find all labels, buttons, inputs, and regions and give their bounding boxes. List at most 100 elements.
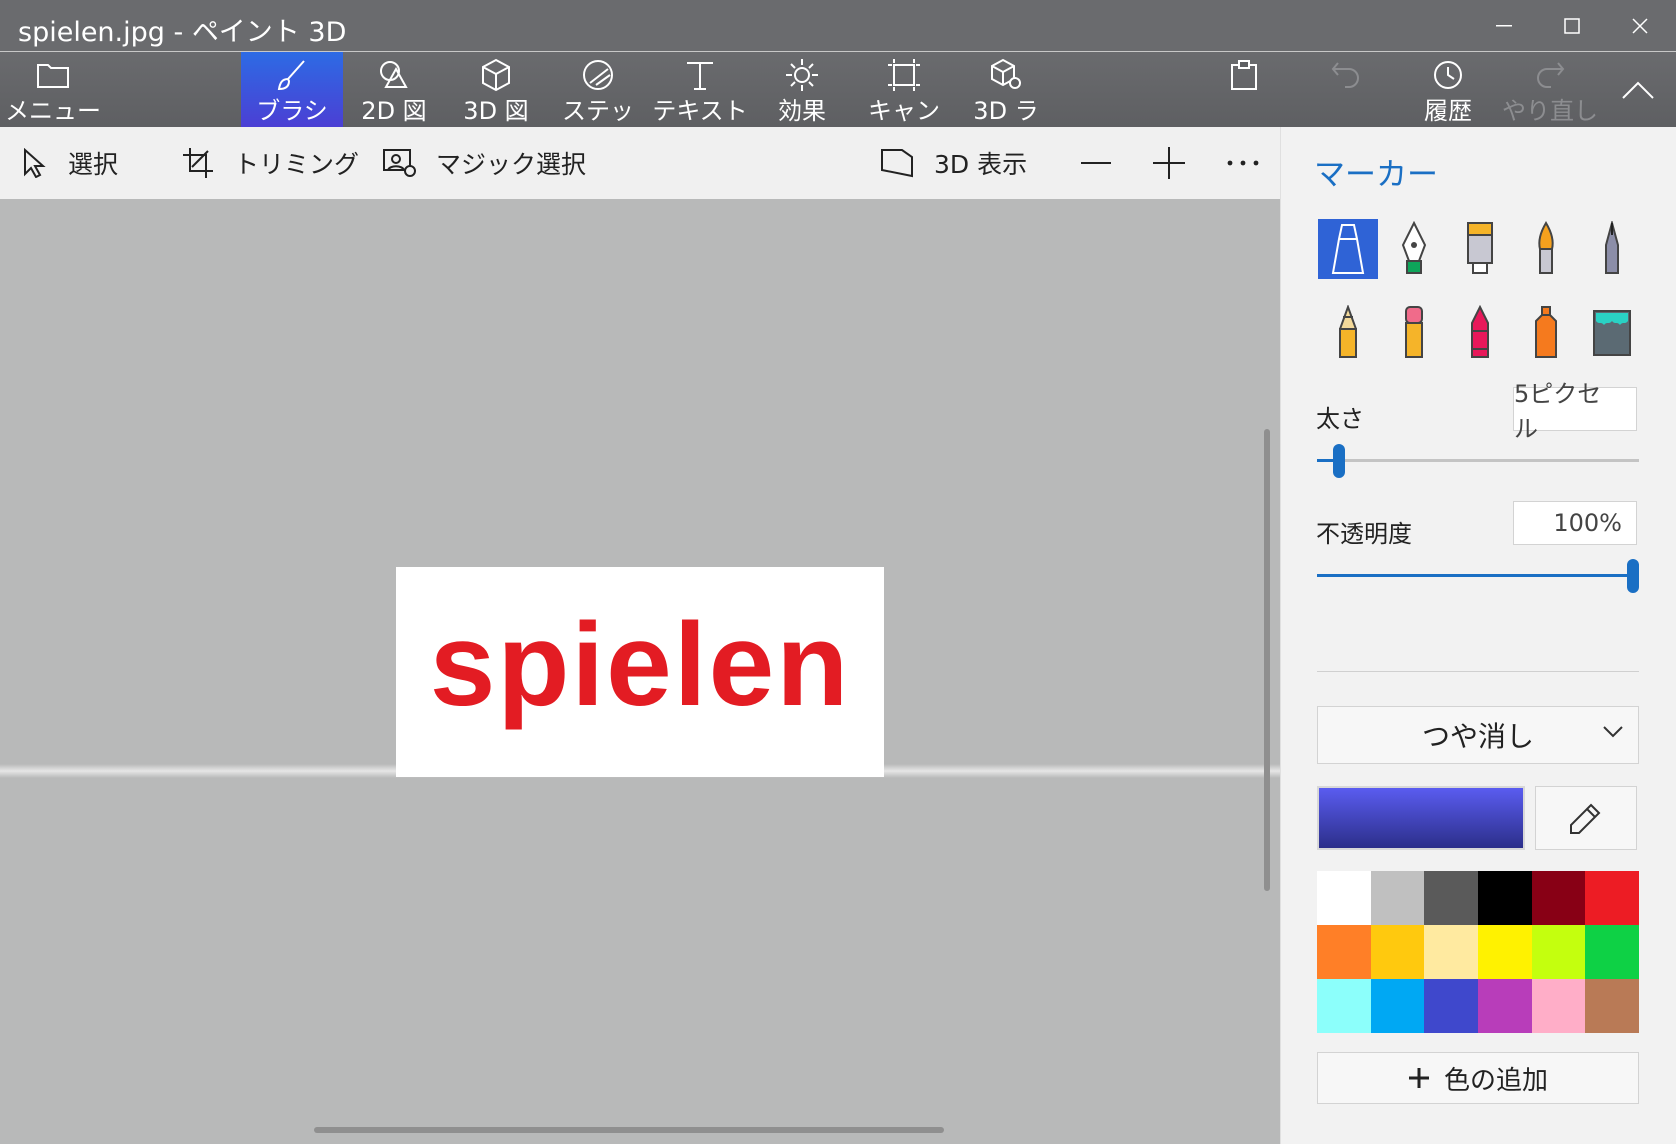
color-swatch[interactable] [1585, 871, 1639, 925]
magic-select-icon [383, 149, 416, 177]
minus-icon [1081, 162, 1111, 164]
color-swatch[interactable] [1585, 979, 1639, 1033]
current-color-swatch[interactable] [1317, 786, 1525, 850]
more-options-button[interactable] [1226, 127, 1280, 199]
crop-button[interactable]: トリミング [182, 127, 359, 199]
color-swatch[interactable] [1478, 925, 1532, 979]
minimize-icon [1496, 24, 1512, 26]
chevron-up-icon [1622, 81, 1654, 99]
tab-label: 3D 図 [463, 97, 529, 125]
pencil-icon [1339, 305, 1357, 358]
color-swatch[interactable] [1531, 979, 1586, 1033]
menu-button[interactable]: メニュー [5, 52, 101, 127]
sticker-icon [583, 60, 613, 90]
marker-icon [1331, 224, 1365, 274]
redo-label: やり直し [1502, 97, 1598, 125]
opacity-slider-thumb[interactable] [1627, 559, 1639, 593]
tab-3d-library[interactable]: 3D ラ [955, 52, 1057, 127]
ribbon: メニュー ブラシ 2D 図 3D 図 ステッ テキスト 効果 キャン 3D ラ … [0, 52, 1676, 127]
3d-view-button[interactable]: 3D 表示 [880, 127, 1027, 199]
color-swatch[interactable] [1370, 871, 1425, 925]
eraser-icon [1405, 306, 1423, 358]
tab-effects[interactable]: 効果 [751, 52, 853, 127]
tab-canvas[interactable]: キャン [853, 52, 955, 127]
tab-2d-shapes[interactable]: 2D 図 [343, 52, 445, 127]
canvas-text: spielen [429, 599, 851, 731]
tab-label: 3D ラ [973, 97, 1039, 125]
paste-button[interactable] [1196, 52, 1292, 127]
history-icon [1434, 61, 1462, 89]
2d-shapes-icon [380, 61, 408, 88]
undo-button[interactable] [1298, 52, 1394, 127]
add-color-button[interactable]: 色の追加 [1317, 1052, 1639, 1104]
magic-select-button[interactable]: マジック選択 [382, 127, 586, 199]
tab-label: 2D 図 [361, 97, 427, 125]
eraser-tool[interactable] [1384, 303, 1444, 363]
thickness-slider-fill [1317, 459, 1333, 462]
sun-icon [786, 59, 818, 91]
maximize-button[interactable] [1538, 0, 1606, 51]
color-swatch[interactable] [1370, 979, 1425, 1033]
opacity-label: 不透明度 [1316, 520, 1412, 548]
paint-bucket-icon [1593, 310, 1631, 356]
tab-label: テキスト [652, 97, 748, 125]
vertical-scrollbar[interactable] [1264, 429, 1270, 891]
color-swatch[interactable] [1424, 979, 1478, 1033]
spray-can-tool[interactable] [1516, 303, 1576, 363]
watercolor-tool[interactable] [1516, 219, 1576, 279]
tab-3d-shapes[interactable]: 3D 図 [445, 52, 547, 127]
brush-panel: マーカー 太さ 5ピクセル 不透明度 100% つや消し 色の追加 [1280, 127, 1676, 1144]
finish-value: つや消し [1421, 720, 1534, 753]
horizontal-scrollbar[interactable] [314, 1127, 944, 1133]
eyedropper-button[interactable] [1535, 786, 1637, 850]
menu-label: メニュー [5, 97, 101, 125]
canvas-image[interactable]: spielen [396, 567, 884, 777]
tab-label: 効果 [778, 97, 826, 125]
window-title: spielen.jpg - ペイント 3D [18, 17, 347, 48]
color-swatch[interactable] [1317, 979, 1371, 1033]
color-swatch[interactable] [1424, 925, 1478, 979]
3d-view-label: 3D 表示 [934, 150, 1028, 179]
spray-can-icon [1535, 306, 1557, 358]
canvas-area[interactable]: spielen [0, 199, 1280, 1144]
thickness-slider-track[interactable] [1317, 459, 1639, 462]
tab-text[interactable]: テキスト [649, 52, 751, 127]
color-swatch[interactable] [1478, 871, 1532, 925]
marker-tool[interactable] [1318, 219, 1378, 279]
panel-divider [1317, 671, 1639, 672]
redo-button[interactable]: やり直し [1502, 52, 1598, 127]
collapse-ribbon-button[interactable] [1608, 52, 1668, 127]
pixel-pen-tool[interactable] [1582, 219, 1642, 279]
tab-brushes[interactable]: ブラシ [241, 52, 343, 127]
zoom-in-button[interactable] [1152, 127, 1206, 199]
minimize-button[interactable] [1470, 0, 1538, 51]
color-swatch[interactable] [1585, 925, 1639, 979]
color-swatch[interactable] [1370, 925, 1425, 979]
calligraphy-pen-tool[interactable] [1384, 219, 1444, 279]
crayon-tool[interactable] [1450, 303, 1510, 363]
color-swatch[interactable] [1531, 925, 1586, 979]
fill-tool[interactable] [1582, 303, 1642, 363]
color-swatch[interactable] [1424, 871, 1478, 925]
color-swatch[interactable] [1531, 871, 1586, 925]
undo-icon [1331, 62, 1359, 88]
thickness-input[interactable]: 5ピクセル [1513, 380, 1637, 443]
color-swatch[interactable] [1478, 979, 1532, 1033]
thickness-slider-thumb[interactable] [1333, 444, 1345, 478]
add-color-label: 色の追加 [1443, 1065, 1548, 1096]
canvas-icon [888, 59, 920, 91]
pencil-tool[interactable] [1318, 303, 1378, 363]
opacity-input[interactable]: 100% [1513, 501, 1637, 545]
color-swatch[interactable] [1317, 871, 1371, 925]
tab-stickers[interactable]: ステッ [547, 52, 649, 127]
history-button[interactable]: 履歴 [1400, 52, 1496, 127]
color-swatch[interactable] [1317, 925, 1371, 979]
tab-label: ブラシ [256, 97, 328, 125]
close-button[interactable] [1606, 0, 1674, 51]
select-button[interactable]: 選択 [22, 127, 118, 199]
clipboard-icon [1231, 60, 1257, 90]
finish-dropdown[interactable]: つや消し [1317, 706, 1639, 764]
zoom-out-button[interactable] [1080, 127, 1132, 199]
cube-icon [482, 58, 510, 92]
oil-brush-tool[interactable] [1450, 219, 1510, 279]
